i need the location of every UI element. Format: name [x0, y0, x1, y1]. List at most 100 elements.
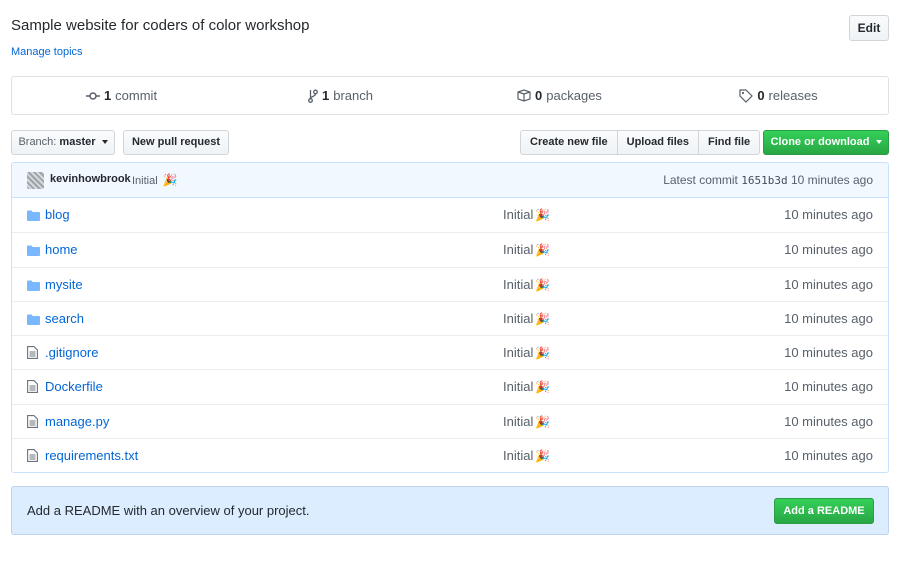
chevron-down-icon — [101, 140, 108, 145]
file-name-link[interactable]: requirements.txt — [45, 448, 138, 463]
file-age: 10 minutes ago — [784, 413, 873, 429]
file-actions-group: Create new file Upload files Find file — [520, 130, 761, 155]
branch-select-button[interactable]: Branch: master — [11, 130, 115, 155]
branch-name: master — [59, 136, 96, 148]
file-name-link[interactable]: home — [45, 242, 78, 257]
packages-stat[interactable]: 0 packages — [450, 77, 669, 114]
file-name-link[interactable]: blog — [45, 207, 70, 222]
file-name-link[interactable]: mysite — [45, 277, 83, 292]
clone-label: Clone or download — [770, 136, 870, 148]
folder-icon — [27, 208, 40, 224]
branches-count: 1 — [322, 88, 330, 103]
releases-label: releases — [768, 88, 818, 103]
file-age: 10 minutes ago — [784, 310, 873, 326]
file-table: kevinhowbrook Initial 🎉 Latest commit 16… — [11, 162, 889, 474]
create-new-file-button[interactable]: Create new file — [520, 130, 618, 155]
repo-numbers-summary: 1 commit 1 branch 0 packages 0 releases — [11, 76, 889, 115]
file-commit-text: Initial — [503, 379, 534, 395]
file-commit-message[interactable]: Initial 🎉 — [503, 345, 550, 360]
file-row: mysite Initial 🎉 10 minutes ago — [12, 266, 888, 301]
file-row: search Initial 🎉 10 minutes ago — [12, 300, 888, 336]
file-commit-text: Initial — [503, 310, 534, 326]
party-popper-icon: 🎉 — [535, 208, 551, 222]
file-name-link[interactable]: Dockerfile — [45, 379, 103, 394]
file-row: Dockerfile Initial 🎉 10 minutes ago — [12, 369, 888, 404]
party-popper-icon: 🎉 — [535, 414, 551, 429]
new-pull-request-button[interactable]: New pull request — [123, 130, 229, 155]
party-popper-icon: 🎉 — [535, 346, 551, 361]
package-icon — [517, 89, 531, 102]
file-commit-message[interactable]: Initial 🎉 — [503, 207, 550, 222]
file-age: 10 minutes ago — [784, 207, 873, 222]
file-commit-message[interactable]: Initial 🎉 — [503, 277, 550, 292]
find-file-button[interactable]: Find file — [697, 130, 761, 155]
packages-count: 0 — [535, 88, 543, 103]
repo-description: Sample website for coders of color works… — [11, 17, 310, 34]
file-commit-message[interactable]: Initial 🎉 — [503, 379, 550, 394]
commit-message[interactable]: Initial 🎉 — [132, 173, 178, 187]
file-commit-text: Initial — [503, 345, 534, 361]
commits-stat[interactable]: 1 commit — [12, 77, 231, 114]
branches-label: branch — [333, 88, 373, 103]
folder-icon — [27, 278, 40, 294]
party-popper-icon: 🎉 — [535, 311, 551, 326]
latest-commit-bar: kevinhowbrook Initial 🎉 Latest commit 16… — [12, 163, 888, 198]
file-row: .gitignore Initial 🎉 10 minutes ago — [12, 335, 888, 370]
party-popper-icon: 🎉 — [162, 173, 178, 187]
file-icon — [27, 414, 38, 431]
clone-or-download-button[interactable]: Clone or download — [763, 130, 889, 155]
commit-icon — [85, 91, 100, 100]
file-commit-text: Initial — [503, 276, 534, 292]
file-navigation-toolbar: Branch: master New pull request Create n… — [11, 130, 889, 155]
manage-topics-link[interactable]: Manage topics — [11, 46, 83, 58]
party-popper-icon: 🎉 — [535, 243, 551, 258]
party-popper-icon: 🎉 — [535, 277, 551, 292]
edit-description-button[interactable]: Edit — [849, 15, 889, 41]
file-name-link[interactable]: .gitignore — [45, 345, 98, 360]
add-readme-button[interactable]: Add a README — [774, 498, 874, 524]
releases-count: 0 — [757, 88, 765, 103]
branches-stat[interactable]: 1 branch — [231, 77, 450, 114]
tag-icon — [739, 88, 754, 103]
file-icon — [27, 380, 38, 396]
branch-prefix: Branch: — [18, 136, 57, 148]
folder-icon — [27, 312, 40, 328]
releases-stat[interactable]: 0 releases — [669, 77, 888, 114]
commit-sha[interactable]: 1651b3d — [741, 174, 787, 187]
commits-count: 1 — [103, 88, 112, 103]
file-commit-message[interactable]: Initial 🎉 — [503, 242, 550, 257]
latest-commit-info: Latest commit 1651b3d 10 minutes ago — [663, 173, 873, 187]
file-age: 10 minutes ago — [784, 242, 873, 258]
file-age: 10 minutes ago — [784, 379, 873, 395]
commit-author[interactable]: kevinhowbrook — [50, 173, 131, 185]
avatar[interactable] — [27, 172, 44, 189]
file-commit-text: Initial — [503, 242, 534, 258]
file-row: blog Initial 🎉 10 minutes ago — [12, 198, 888, 233]
packages-label: packages — [546, 88, 602, 103]
file-age: 10 minutes ago — [784, 276, 873, 292]
chevron-down-icon — [875, 140, 882, 145]
repo-description-row: Sample website for coders of color works… — [11, 15, 889, 41]
file-commit-message[interactable]: Initial 🎉 — [503, 414, 550, 429]
file-age: 10 minutes ago — [784, 448, 873, 464]
file-name-link[interactable]: manage.py — [45, 414, 109, 429]
file-name-link[interactable]: search — [45, 311, 84, 326]
file-commit-text: Initial — [503, 207, 534, 222]
party-popper-icon: 🎉 — [535, 449, 551, 464]
file-row: manage.py Initial 🎉 10 minutes ago — [12, 403, 888, 439]
readme-prompt-text: Add a README with an overview of your pr… — [27, 503, 310, 518]
file-commit-message[interactable]: Initial 🎉 — [503, 448, 550, 463]
upload-files-button[interactable]: Upload files — [616, 130, 699, 155]
party-popper-icon: 🎉 — [535, 380, 551, 395]
file-row: home Initial 🎉 10 minutes ago — [12, 232, 888, 267]
latest-commit-label: Latest commit — [663, 173, 738, 187]
file-icon — [27, 449, 38, 465]
commit-message-text: Initial — [132, 175, 158, 187]
file-commit-message[interactable]: Initial 🎉 — [503, 311, 550, 326]
folder-icon — [27, 243, 40, 259]
file-commit-text: Initial — [503, 413, 534, 429]
readme-prompt-box: Add a README with an overview of your pr… — [11, 486, 889, 535]
file-commit-text: Initial — [503, 448, 534, 464]
branch-icon — [308, 89, 318, 103]
file-row: requirements.txt Initial 🎉 10 minutes ago — [12, 438, 888, 473]
